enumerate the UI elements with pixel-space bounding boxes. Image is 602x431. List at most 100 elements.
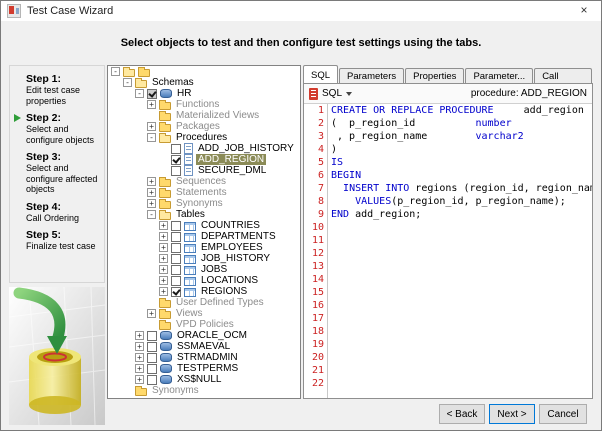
tree-node-root[interactable]: - (108, 66, 300, 77)
tree-node-secure-dml[interactable]: SECURE_DML (108, 165, 300, 176)
folder-open-icon (123, 66, 135, 77)
tab-properties[interactable]: Properties (405, 68, 465, 83)
expand-icon[interactable]: + (147, 100, 156, 109)
code-area[interactable]: CREATE OR REPLACE PROCEDURE add_region( … (328, 104, 592, 398)
expand-icon[interactable]: + (147, 188, 156, 197)
checkbox[interactable] (171, 242, 181, 253)
tree-node-ssmaeval[interactable]: + SSMAEVAL (108, 341, 300, 352)
checkbox[interactable] (147, 374, 157, 385)
code-token: add_region (493, 105, 584, 116)
tree-node-label: HR (177, 88, 192, 99)
tree-node-add-region[interactable]: ADD_REGION (108, 154, 300, 165)
expand-icon[interactable]: + (159, 276, 168, 285)
tree-node-schemas[interactable]: - Schemas (108, 77, 300, 88)
expand-icon[interactable]: + (159, 254, 168, 263)
checkbox[interactable] (171, 143, 181, 154)
tree-node-sequences[interactable]: + Sequences (108, 176, 300, 187)
editor-toolbar: SQL procedure: ADD_REGION (304, 84, 592, 104)
tree-node-tables[interactable]: - Tables (108, 209, 300, 220)
checkbox[interactable] (147, 88, 157, 99)
expand-icon[interactable]: + (147, 309, 156, 318)
collapse-icon[interactable]: - (111, 67, 120, 76)
tree-node-packages[interactable]: + Packages (108, 121, 300, 132)
tree-node-testperms[interactable]: + TESTPERMS (108, 363, 300, 374)
tree-node-hr[interactable]: - HR (108, 88, 300, 99)
cancel-button[interactable]: Cancel (539, 404, 587, 424)
expand-icon[interactable]: + (135, 375, 144, 384)
keyword-token: END (331, 209, 350, 220)
checkbox[interactable] (171, 275, 181, 286)
tree-node-statements[interactable]: + Statements (108, 187, 300, 198)
tree-node-label: Schemas (152, 77, 194, 88)
tree-node-jobs[interactable]: + JOBS (108, 264, 300, 275)
titlebar[interactable]: Test Case Wizard × (1, 1, 601, 21)
expand-icon[interactable]: + (159, 232, 168, 241)
collapse-icon[interactable]: - (147, 210, 156, 219)
tab-parameters[interactable]: Parameters (339, 68, 405, 83)
tree-node-user-defined-types[interactable]: User Defined Types (108, 297, 300, 308)
tree-node-departments[interactable]: + DEPARTMENTS (108, 231, 300, 242)
checkbox[interactable] (171, 154, 181, 165)
object-tree[interactable]: - - Schemas - HR + Functions Materialized Views… (107, 65, 301, 399)
close-button[interactable]: × (567, 1, 601, 21)
tree-node-xs-null[interactable]: + XS$NULL (108, 374, 300, 385)
tree-node-procedures[interactable]: - Procedures (108, 132, 300, 143)
tree-node-materialized-views[interactable]: Materialized Views (108, 110, 300, 121)
object-name-label: procedure: ADD_REGION (470, 88, 587, 99)
checkbox[interactable] (171, 220, 181, 231)
sql-view-dropdown[interactable]: SQL (322, 88, 342, 99)
tab-sql[interactable]: SQL (303, 65, 339, 83)
next-button[interactable]: Next > (489, 404, 535, 424)
tree-node-synonyms[interactable]: Synonyms (108, 385, 300, 396)
tree-node-job-history[interactable]: + JOB_HISTORY (108, 253, 300, 264)
tree-node-label: Materialized Views (176, 110, 260, 121)
tree-node-oracle-ocm[interactable]: + ORACLE_OCM (108, 330, 300, 341)
code-editor[interactable]: 1 2 3 4 5 6 7 8 9 10 11 12 13 14 15 16 17 18 19 20 21 22 CREA… (304, 104, 592, 398)
checkbox[interactable] (147, 363, 157, 374)
expand-icon[interactable]: + (135, 364, 144, 373)
tree-node-countries[interactable]: + COUNTRIES (108, 220, 300, 231)
tree-node-synonyms[interactable]: + Synonyms (108, 198, 300, 209)
checkbox[interactable] (147, 341, 157, 352)
code-token: ) (331, 144, 338, 155)
back-button[interactable]: < Back (439, 404, 485, 424)
checkbox[interactable] (147, 352, 157, 363)
expand-icon[interactable]: + (135, 353, 144, 362)
tab-call-values[interactable]: Call Values (534, 68, 592, 93)
collapse-icon[interactable]: - (123, 78, 132, 87)
keyword-token: IS (331, 157, 344, 168)
line-number: 10 (311, 222, 324, 233)
expand-icon[interactable]: + (147, 122, 156, 131)
checkbox[interactable] (147, 330, 157, 341)
expand-icon[interactable]: + (159, 243, 168, 252)
expand-icon[interactable]: + (159, 265, 168, 274)
expand-icon[interactable]: + (135, 342, 144, 351)
tree-node-views[interactable]: + Views (108, 308, 300, 319)
procedure-icon (184, 165, 193, 176)
expand-icon[interactable]: + (147, 177, 156, 186)
chevron-down-icon[interactable] (346, 91, 353, 96)
line-number: 19 (311, 339, 324, 350)
expand-icon[interactable]: + (135, 331, 144, 340)
checkbox[interactable] (171, 253, 181, 264)
checkbox[interactable] (171, 165, 181, 176)
expand-icon[interactable]: + (159, 221, 168, 230)
collapse-icon[interactable]: - (135, 89, 144, 98)
tree-node-strmadmin[interactable]: + STRMADMIN (108, 352, 300, 363)
checkbox[interactable] (171, 286, 181, 297)
collapse-icon[interactable]: - (147, 133, 156, 142)
checkbox[interactable] (171, 264, 181, 275)
tree-node-locations[interactable]: + LOCATIONS (108, 275, 300, 286)
checkbox[interactable] (171, 231, 181, 242)
tree-node-vpd-policies[interactable]: VPD Policies (108, 319, 300, 330)
tree-node-employees[interactable]: + EMPLOYEES (108, 242, 300, 253)
tab-parameter[interactable]: Parameter... (465, 68, 534, 83)
expand-icon[interactable]: + (147, 199, 156, 208)
tree-node-functions[interactable]: + Functions (108, 99, 300, 110)
tree-node-add-job-history[interactable]: ADD_JOB_HISTORY (108, 143, 300, 154)
expand-icon[interactable]: + (159, 287, 168, 296)
tree-node-regions[interactable]: + REGIONS (108, 286, 300, 297)
